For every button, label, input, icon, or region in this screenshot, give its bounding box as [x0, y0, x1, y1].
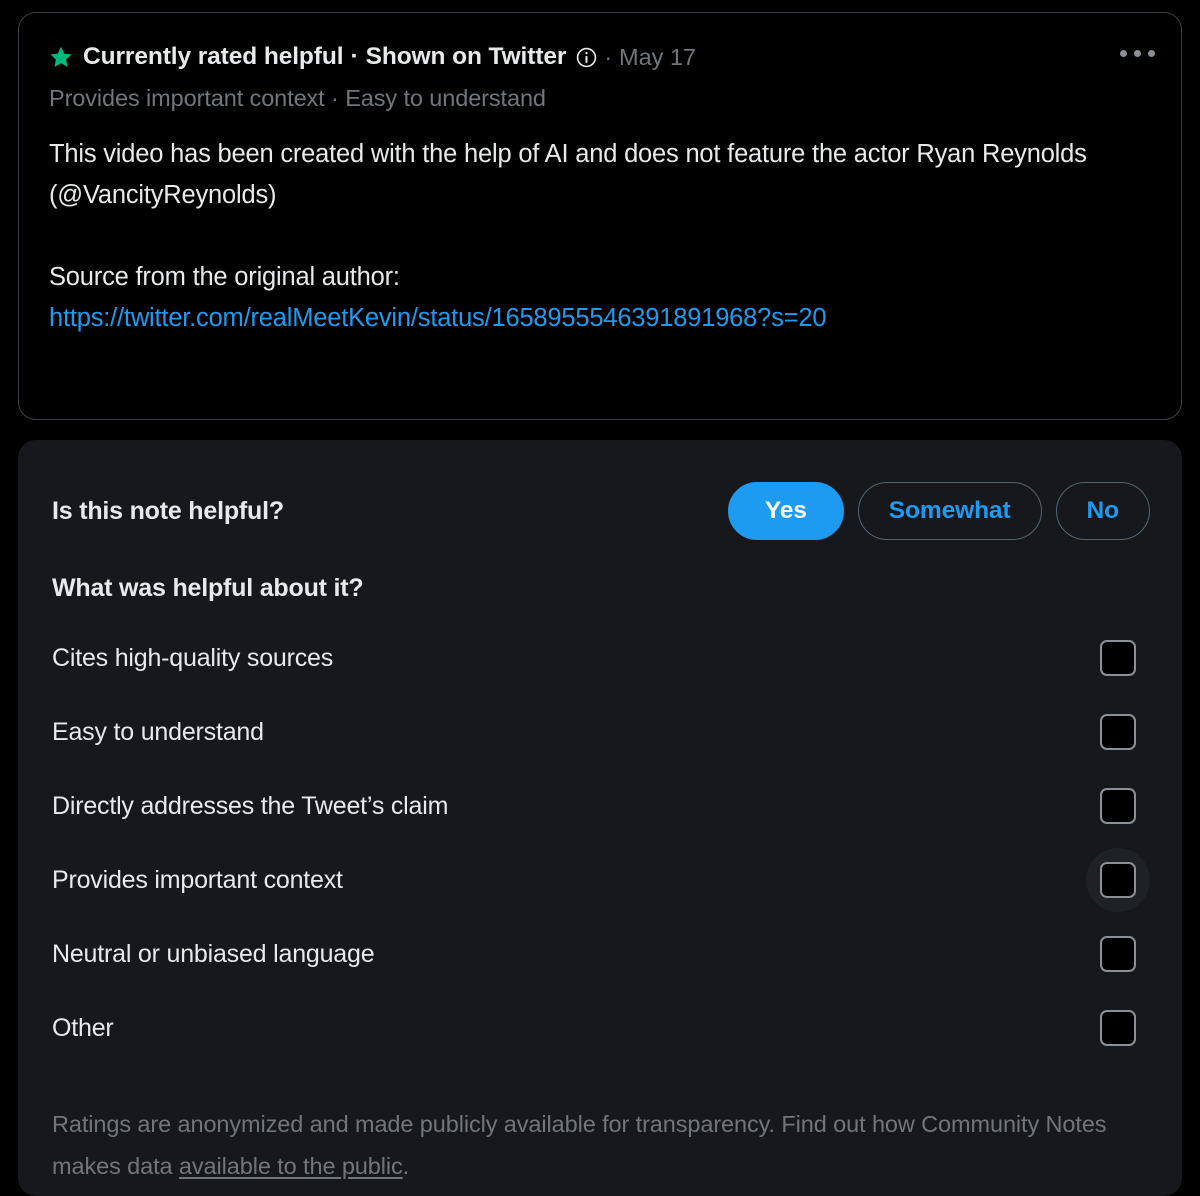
more-dot [1134, 50, 1141, 57]
note-shown-label: Shown on Twitter [365, 43, 567, 70]
list-item[interactable]: Directly addresses the Tweet’s claim [52, 769, 1150, 843]
note-body-paragraph-2: Source from the original author: [49, 263, 400, 291]
checkbox-cites-high-quality-sources[interactable] [1100, 640, 1136, 676]
checkbox-label: Cites high-quality sources [52, 643, 334, 672]
checkbox-directly-addresses-claim[interactable] [1100, 788, 1136, 824]
transparency-footer: Ratings are anonymized and made publicly… [52, 1103, 1122, 1187]
checkbox-label: Easy to understand [52, 717, 264, 746]
helpful-option-somewhat[interactable]: Somewhat [857, 482, 1042, 540]
helpful-option-group: Yes Somewhat No [727, 482, 1150, 540]
community-notes-rating-screen: Currently rated helpful · Shown on Twitt… [0, 0, 1200, 1196]
header-separator-2: · [604, 43, 613, 70]
sub-question-label: What was helpful about it? [52, 574, 364, 602]
list-item[interactable]: Cites high-quality sources [52, 621, 1150, 695]
checkbox-easy-to-understand[interactable] [1100, 714, 1136, 750]
checkbox-label: Neutral or unbiased language [52, 939, 375, 968]
note-card-header: Currently rated helpful · Shown on Twitt… [49, 41, 1155, 73]
checkbox-label: Provides important context [52, 865, 343, 894]
checkbox-neutral-or-unbiased-language[interactable] [1100, 936, 1136, 972]
note-date: May 17 [619, 43, 697, 70]
available-to-the-public-link[interactable]: available to the public [179, 1153, 403, 1179]
checkbox-hit-area[interactable] [1086, 626, 1150, 690]
list-item[interactable]: Other [52, 991, 1150, 1065]
checkbox-hit-area[interactable] [1086, 848, 1150, 912]
helpful-reason-list: Cites high-quality sources Easy to under… [52, 621, 1150, 1065]
checkbox-hit-area[interactable] [1086, 996, 1150, 1060]
checkbox-label: Directly addresses the Tweet’s claim [52, 791, 449, 820]
checkbox-hit-area[interactable] [1086, 700, 1150, 764]
more-horizontal-icon[interactable] [1120, 50, 1155, 57]
info-circle-icon[interactable] [576, 47, 597, 68]
star-icon [50, 46, 72, 67]
helpful-option-no[interactable]: No [1055, 482, 1150, 540]
checkbox-label: Other [52, 1013, 114, 1042]
note-body-paragraph-1: This video has been created with the hel… [49, 140, 1087, 209]
checkbox-hit-area[interactable] [1086, 922, 1150, 986]
footer-text-after: . [402, 1153, 410, 1179]
header-separator-1: · [350, 43, 359, 70]
rating-panel: Is this note helpful? Yes Somewhat No Wh… [18, 440, 1182, 1196]
checkbox-other[interactable] [1100, 1010, 1136, 1046]
checkbox-provides-important-context[interactable] [1100, 862, 1136, 898]
note-tags-subtitle: Provides important context · Easy to und… [49, 85, 546, 111]
note-source-link[interactable]: https://twitter.com/realMeetKevin/status… [49, 304, 827, 332]
list-item[interactable]: Provides important context [52, 843, 1150, 917]
more-dot [1120, 50, 1127, 57]
community-note-card: Currently rated helpful · Shown on Twitt… [18, 12, 1182, 420]
note-body-text: This video has been created with the hel… [49, 134, 1151, 339]
note-status-label: Currently rated helpful [83, 43, 344, 70]
more-dot [1148, 50, 1155, 57]
checkbox-hit-area[interactable] [1086, 774, 1150, 838]
list-item[interactable]: Neutral or unbiased language [52, 917, 1150, 991]
helpful-option-yes[interactable]: Yes [727, 482, 844, 540]
helpful-question-row: Is this note helpful? Yes Somewhat No [52, 482, 1150, 540]
helpful-question-label: Is this note helpful? [52, 496, 284, 525]
list-item[interactable]: Easy to understand [52, 695, 1150, 769]
